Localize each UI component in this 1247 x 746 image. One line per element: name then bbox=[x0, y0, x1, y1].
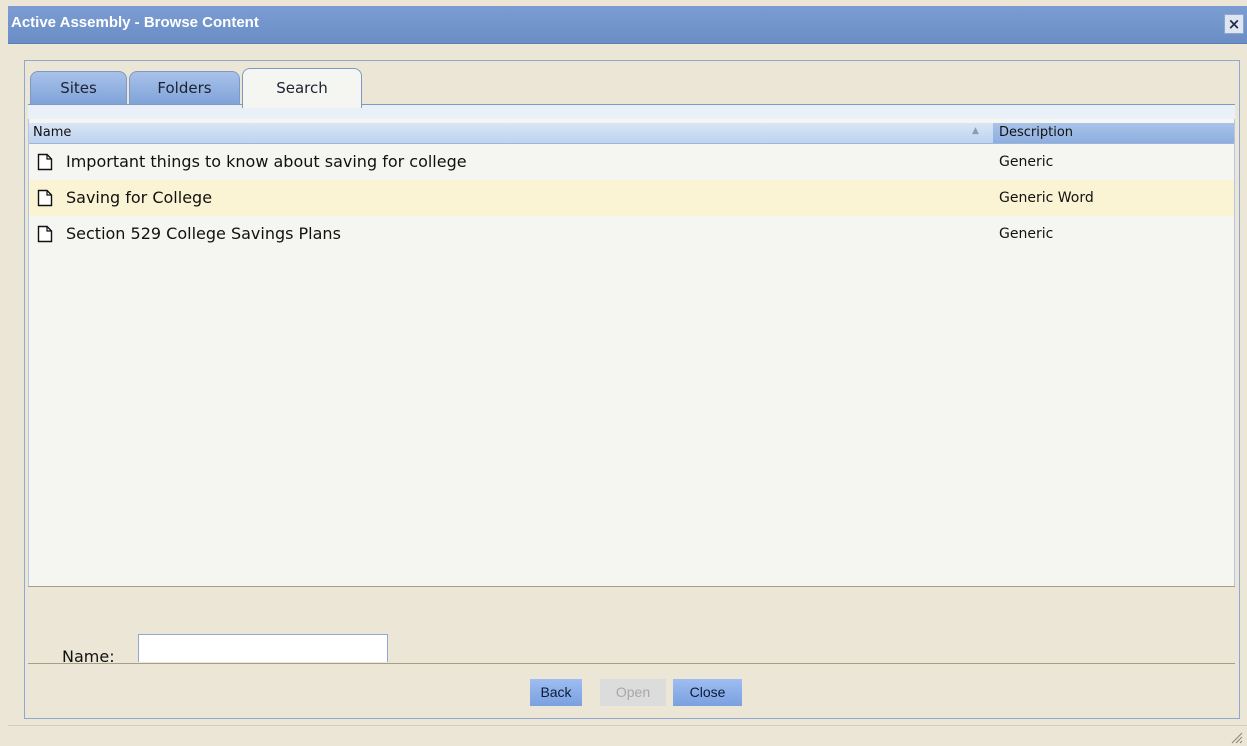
tab-folders[interactable]: Folders bbox=[129, 71, 240, 105]
document-icon bbox=[37, 153, 53, 171]
divider bbox=[28, 586, 1235, 587]
row-description: Generic Word bbox=[999, 190, 1094, 206]
divider bbox=[28, 663, 1235, 664]
close-icon: × bbox=[1227, 15, 1241, 33]
close-window-button[interactable]: × bbox=[1224, 14, 1244, 34]
status-bar bbox=[8, 725, 1247, 746]
column-header-description-label: Description bbox=[999, 125, 1074, 140]
tab-folders-label: Folders bbox=[157, 79, 212, 97]
content-panel: Sites Folders Search Name ▲ Description bbox=[24, 60, 1240, 719]
row-description: Generic bbox=[999, 154, 1054, 170]
results-list: Name ▲ Description Important things to k… bbox=[28, 119, 1235, 586]
window-title: Active Assembly - Browse Content bbox=[11, 14, 259, 31]
table-row[interactable]: Saving for College Generic Word bbox=[29, 180, 1234, 216]
close-button[interactable]: Close bbox=[673, 679, 742, 706]
document-icon bbox=[37, 189, 53, 207]
table-row[interactable]: Section 529 College Savings Plans Generi… bbox=[29, 216, 1234, 252]
tab-search[interactable]: Search bbox=[242, 68, 362, 108]
back-button[interactable]: Back bbox=[530, 679, 582, 706]
row-name: Saving for College bbox=[66, 188, 213, 207]
row-name: Important things to know about saving fo… bbox=[66, 152, 467, 171]
row-description: Generic bbox=[999, 226, 1054, 242]
row-name: Section 529 College Savings Plans bbox=[66, 224, 341, 243]
column-header-name[interactable]: Name bbox=[33, 125, 71, 140]
tab-sites-label: Sites bbox=[60, 79, 97, 97]
column-header-description[interactable]: Description bbox=[993, 123, 1234, 143]
name-search-input[interactable] bbox=[138, 634, 388, 662]
tab-sites[interactable]: Sites bbox=[30, 71, 127, 105]
sort-ascending-icon: ▲ bbox=[972, 126, 979, 136]
list-header: Name ▲ Description bbox=[29, 123, 1234, 144]
tab-strip-divider bbox=[28, 104, 1235, 119]
title-bar[interactable]: Active Assembly - Browse Content × bbox=[8, 6, 1247, 44]
search-form-area: Name: Back Open Close bbox=[28, 586, 1235, 711]
tab-search-label: Search bbox=[276, 79, 328, 97]
browse-content-dialog: Active Assembly - Browse Content × Sites… bbox=[8, 6, 1247, 746]
open-button[interactable]: Open bbox=[600, 679, 666, 706]
document-icon bbox=[37, 225, 53, 243]
table-row[interactable]: Important things to know about saving fo… bbox=[29, 144, 1234, 180]
resize-grip-icon[interactable] bbox=[1229, 730, 1243, 744]
